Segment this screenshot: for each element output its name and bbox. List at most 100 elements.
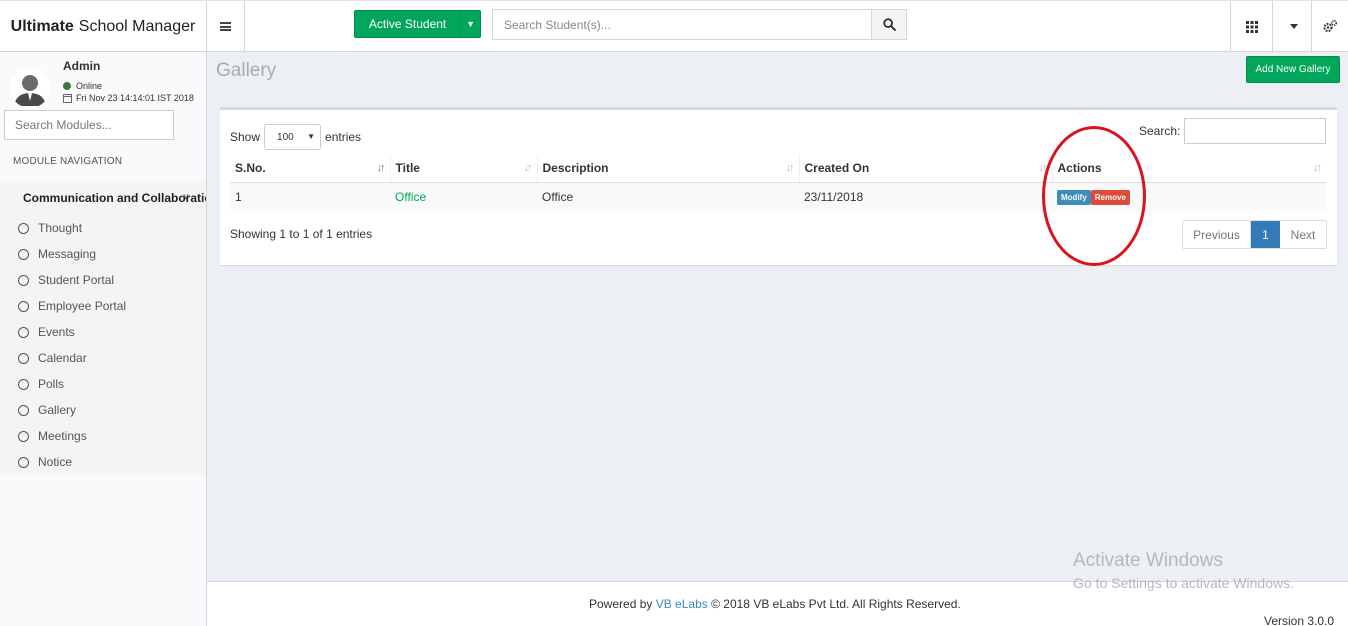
module-subnav: Thought Messaging Student Portal Employe… — [0, 215, 206, 475]
sidebar-module-communication[interactable]: Communication and Collaboration — [0, 181, 206, 215]
active-student-label: Active Student — [368, 17, 447, 31]
module-navigation-heading: MODULE NAVIGATION — [13, 156, 123, 167]
annotation-circle — [1042, 126, 1146, 266]
show-label: Show — [230, 130, 261, 144]
student-search-input[interactable] — [492, 9, 872, 40]
brand-text: School Manager — [78, 17, 196, 35]
sidebar-item-polls[interactable]: Polls — [0, 371, 206, 397]
sidebar-item-label: Employee Portal — [38, 299, 127, 313]
status-text: Online — [76, 81, 103, 91]
circle-icon — [18, 248, 29, 260]
circle-icon — [18, 222, 29, 234]
datetime-text: Fri Nov 23 14:14:01 IST 2018 — [76, 93, 194, 103]
sidebar-toggle-button[interactable] — [207, 1, 245, 52]
user-name: Admin — [63, 59, 101, 73]
circle-icon — [18, 300, 29, 312]
user-avatar — [10, 68, 50, 108]
sidebar-item-label: Messaging — [38, 247, 97, 261]
sidebar-item-label: Thought — [38, 221, 83, 235]
cell-description: Office — [537, 181, 799, 211]
table-row: 1 Office Office 23/11/2018 Modify Remove — [230, 181, 1326, 211]
cell-created-on: 23/11/2018 — [799, 181, 1052, 211]
circle-icon — [18, 326, 29, 338]
module-search-input[interactable] — [4, 110, 174, 140]
table-search-input[interactable] — [1184, 118, 1326, 144]
header-label: Description — [542, 161, 609, 176]
caret-down-icon[interactable]: ▼ — [460, 11, 480, 37]
page-length-value: 100 — [277, 131, 294, 143]
settings-button[interactable] — [1311, 1, 1348, 52]
active-student-dropdown[interactable]: Active Student ▼ — [354, 10, 481, 38]
grid-icon — [1245, 20, 1258, 33]
sidebar-item-label: Notice — [38, 455, 73, 469]
module-label: Communication and Collaboration — [23, 191, 206, 205]
app-brand[interactable]: Ultimate School Manager — [0, 1, 207, 52]
footer-copyright: Powered by VB eLabs © 2018 VB eLabs Pvt … — [589, 597, 961, 611]
next-page-button[interactable]: Next — [1280, 221, 1326, 248]
header-label: Title — [395, 161, 420, 176]
powered-by-text: Powered by — [589, 597, 653, 611]
sort-icon: ↓↑ — [785, 162, 795, 174]
gallery-table: S.No. ↓↑ Title ↓↑ Description ↓↑ Created On… — [230, 155, 1326, 211]
column-header-sno[interactable]: S.No. ↓↑ — [230, 155, 390, 183]
header-label: Created On — [804, 161, 870, 176]
copyright-text: © 2018 VB eLabs Pvt Ltd. All Rights Rese… — [711, 597, 961, 611]
entries-label: entries — [325, 130, 362, 144]
online-dot-icon — [63, 82, 71, 90]
sidebar-item-label: Events — [38, 325, 75, 339]
brand-bold: Ultimate — [10, 17, 74, 35]
gallery-title-link[interactable]: Office — [395, 190, 426, 204]
sidebar: Admin Online Fri Nov 23 14:14:01 IST 201… — [0, 52, 207, 626]
sort-asc-icon: ↓↑ — [376, 162, 386, 174]
user-dropdown-button[interactable] — [1272, 1, 1314, 52]
cell-sno: 1 — [230, 181, 390, 211]
chevron-down-icon[interactable]: ˅ — [183, 192, 189, 203]
sidebar-item-messaging[interactable]: Messaging — [0, 241, 206, 267]
sidebar-item-label: Polls — [38, 377, 65, 391]
sidebar-item-thought[interactable]: Thought — [0, 215, 206, 241]
circle-icon — [18, 352, 29, 364]
page-length-select[interactable]: 100 ▼ — [264, 124, 322, 150]
user-status: Online — [63, 81, 102, 91]
table-header-row: S.No. ↓↑ Title ↓↑ Description ↓↑ Created On… — [230, 155, 1326, 183]
calendar-icon — [63, 93, 72, 103]
gears-icon — [1323, 20, 1337, 33]
circle-icon — [18, 456, 29, 468]
sidebar-item-label: Calendar — [38, 351, 87, 365]
sort-icon: ↓↑ — [523, 162, 533, 174]
apps-menu-button[interactable] — [1230, 1, 1272, 52]
column-header-created-on[interactable]: Created On ↓↑ — [798, 155, 1052, 183]
caret-down-icon — [1289, 24, 1298, 29]
sidebar-item-meetings[interactable]: Meetings — [0, 423, 206, 449]
top-navbar: Ultimate School Manager Active Student ▼ — [0, 0, 1348, 52]
hamburger-icon — [220, 22, 231, 31]
sidebar-item-label: Meetings — [38, 429, 87, 443]
column-header-title[interactable]: Title ↓↑ — [389, 155, 537, 183]
version-text: Version 3.0.0 — [1264, 614, 1335, 626]
circle-icon — [18, 404, 29, 416]
sidebar-item-calendar[interactable]: Calendar — [0, 345, 206, 371]
sidebar-item-label: Gallery — [38, 403, 77, 417]
pagination: Previous 1 Next — [1182, 220, 1327, 249]
page-1-button[interactable]: 1 — [1251, 221, 1280, 248]
table-info: Showing 1 to 1 of 1 entries — [230, 227, 373, 241]
circle-icon — [18, 274, 29, 286]
previous-page-button[interactable]: Previous — [1183, 221, 1251, 248]
sidebar-item-events[interactable]: Events — [0, 319, 206, 345]
sidebar-item-notice[interactable]: Notice — [0, 449, 206, 475]
search-icon — [882, 18, 896, 31]
sort-icon: ↓↑ — [1313, 162, 1322, 174]
sidebar-item-student-portal[interactable]: Student Portal — [0, 267, 206, 293]
company-link[interactable]: VB eLabs — [656, 597, 708, 611]
column-header-description[interactable]: Description ↓↑ — [536, 155, 799, 183]
circle-icon — [18, 378, 29, 390]
session-datetime: Fri Nov 23 14:14:01 IST 2018 — [63, 93, 194, 103]
page-length-control: Show 100 ▼ entries — [230, 124, 361, 150]
header-label: S.No. — [235, 161, 266, 176]
cell-title: Office — [390, 181, 537, 211]
sidebar-item-employee-portal[interactable]: Employee Portal — [0, 293, 206, 319]
table-search-label: Search: — [1139, 124, 1181, 138]
student-search-button[interactable] — [871, 9, 907, 40]
add-new-gallery-button[interactable]: Add New Gallery — [1246, 56, 1340, 83]
sidebar-item-gallery[interactable]: Gallery — [0, 397, 206, 423]
